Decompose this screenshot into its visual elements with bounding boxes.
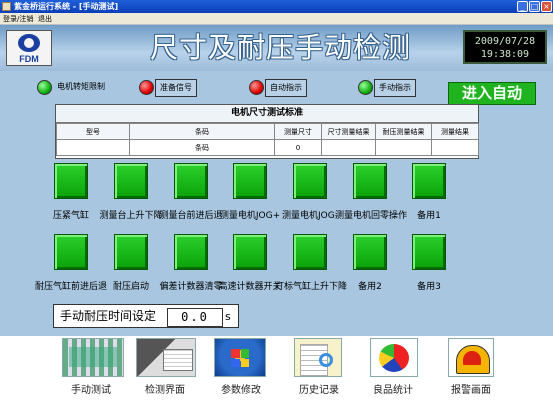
nav-label-inspection[interactable]: 检测界面 [134, 383, 196, 399]
spare-3-button[interactable] [412, 234, 446, 270]
indicator-label: 电机转矩限制 [57, 82, 105, 91]
manual-test-icon[interactable] [62, 338, 124, 377]
marking-cylinder-button[interactable] [293, 234, 327, 270]
clock-display: 2009/07/28 19:38:09 [463, 30, 547, 64]
nav-label-manual-test[interactable]: 手动测试 [60, 383, 122, 399]
voltage-cylinder-label: 耐压气缸前进后退 [34, 282, 107, 292]
nav-label-alarm[interactable]: 报警画面 [440, 383, 502, 399]
enter-auto-button[interactable]: 进入自动 [448, 82, 536, 105]
logo-icon [18, 34, 40, 52]
maximize-button[interactable]: □ [529, 1, 540, 12]
motor-jog-minus-button[interactable] [293, 163, 327, 199]
voltage-start-label: 耐压启动 [112, 282, 149, 292]
logo: FDM [6, 30, 52, 66]
page-title: 尺寸及耐压手动检测 [150, 31, 412, 64]
close-button[interactable]: × [541, 1, 552, 12]
red-led-icon [139, 80, 154, 95]
motor-jog-plus-label: 测量电机JOG+ [219, 211, 281, 221]
indicator-label: 自动指示 [265, 79, 307, 97]
nav-label-statistics[interactable]: 良品统计 [362, 383, 424, 399]
standard-table: 电机尺寸测试标准 型号 条码 测量尺寸 尺寸测量结果 耐压测量结果 测量结果 条… [55, 104, 479, 159]
table-caption: 电机尺寸测试标准 [56, 105, 478, 123]
menu-bar: 登录/注销 退出 [0, 13, 553, 25]
voltage-cylinder-button[interactable] [54, 234, 88, 270]
table-row: 条码 0 [56, 139, 479, 156]
app-icon [2, 2, 11, 11]
column-header: 型号 [56, 123, 130, 140]
nav-label-parameter[interactable]: 参数修改 [210, 383, 272, 399]
green-led-icon [37, 80, 52, 95]
column-header: 测量尺寸 [274, 123, 322, 140]
minimize-button[interactable]: _ [517, 1, 528, 12]
column-header: 条码 [129, 123, 275, 140]
menu-login[interactable]: 登录/注销 [3, 13, 33, 25]
clock-date: 2009/07/28 [474, 36, 536, 47]
nav-label-history[interactable]: 历史记录 [288, 383, 350, 399]
clock-time: 19:38:09 [480, 49, 530, 60]
voltage-time-setting: 手动耐压时间设定 0.0 s [53, 304, 239, 328]
column-header: 耐压测量结果 [375, 123, 432, 140]
alarm-icon[interactable] [448, 338, 494, 377]
indicator-manual: 手动指示 [358, 79, 430, 97]
spare-2-button[interactable] [353, 234, 387, 270]
window-title: 紫金桥运行系统 - [手动测试] [14, 2, 119, 11]
deviation-reset-label: 偏差计数器清零 [159, 282, 223, 292]
menu-exit[interactable]: 退出 [38, 13, 52, 25]
table-header-row: 型号 条码 测量尺寸 尺寸测量结果 耐压测量结果 测量结果 [56, 123, 479, 140]
spare-1-button[interactable] [412, 163, 446, 199]
indicator-label: 手动指示 [374, 79, 416, 97]
motor-jog-plus-button[interactable] [233, 163, 267, 199]
inspection-icon[interactable] [136, 338, 196, 377]
red-led-icon [249, 80, 264, 95]
green-led-icon [358, 80, 373, 95]
clamp-cylinder-button[interactable] [54, 163, 88, 199]
indicator-label: 准备信号 [155, 79, 197, 97]
voltage-result-cell [375, 139, 432, 156]
logo-text: FDM [19, 54, 39, 64]
table-forward-back-button[interactable] [174, 163, 208, 199]
time-unit: s [225, 310, 231, 323]
model-cell[interactable] [56, 139, 130, 156]
parameter-icon[interactable] [214, 338, 266, 377]
motor-home-label: 测量电机回零操作 [334, 211, 407, 221]
spare-1-label: 备用1 [417, 211, 441, 221]
indicator-ready-signal: 准备信号 [139, 79, 211, 97]
indicator-auto: 自动指示 [249, 79, 321, 97]
indicator-torque-limit: 电机转矩限制 [37, 79, 117, 97]
standard-grid: 型号 条码 测量尺寸 尺寸测量结果 耐压测量结果 测量结果 条码 0 [56, 123, 479, 156]
title-bar: 紫金桥运行系统 - [手动测试] _ □ × [0, 0, 553, 13]
column-header: 尺寸测量结果 [321, 123, 376, 140]
result-cell [431, 139, 479, 156]
history-icon[interactable] [294, 338, 342, 377]
clamp-cylinder-label: 压紧气缸 [52, 211, 89, 221]
time-value-input[interactable]: 0.0 [167, 308, 223, 327]
counter-switch-button[interactable] [233, 234, 267, 270]
motor-home-button[interactable] [353, 163, 387, 199]
voltage-start-button[interactable] [114, 234, 148, 270]
spare-2-label: 备用2 [358, 282, 382, 292]
time-setting-label: 手动耐压时间设定 [60, 309, 157, 323]
size-cell[interactable]: 0 [274, 139, 322, 156]
marking-cylinder-label: 打标气缸上升下降 [274, 282, 347, 292]
barcode-cell[interactable]: 条码 [129, 139, 275, 156]
column-header: 测量结果 [431, 123, 479, 140]
size-result-cell [321, 139, 376, 156]
table-updown-button[interactable] [114, 163, 148, 199]
statistics-icon[interactable] [370, 338, 418, 377]
spare-3-label: 备用3 [417, 282, 441, 292]
deviation-reset-button[interactable] [174, 234, 208, 270]
